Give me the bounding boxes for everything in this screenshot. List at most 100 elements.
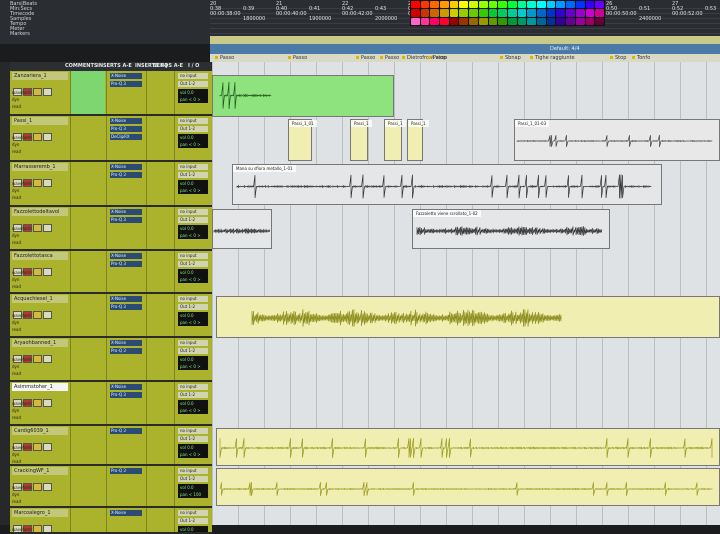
track-name[interactable]: Acquachiesel_1 <box>12 295 68 303</box>
track-row[interactable]: Fazzolettotasca waveform dyn read X-Noise Pro… <box>10 251 212 294</box>
track-row[interactable]: Aryaohbanned_1 waveform dyn read X-Noise Pro-… <box>10 338 212 382</box>
input-selector[interactable]: no input <box>178 253 208 259</box>
mute-button[interactable] <box>43 525 52 532</box>
track-view-selector[interactable]: waveform <box>12 401 32 406</box>
comments-cell[interactable] <box>70 294 105 336</box>
track-view-selector[interactable]: dyn <box>12 142 19 147</box>
output-selector[interactable]: Out 1-2 <box>178 172 208 178</box>
palette-swatch[interactable] <box>411 17 420 25</box>
palette-swatch[interactable] <box>459 17 469 25</box>
inserts-f-j[interactable] <box>146 294 173 336</box>
vol-pan-display[interactable]: vol 0.0pan < 0 > <box>178 89 208 103</box>
palette-swatch[interactable] <box>595 17 604 25</box>
vol-pan-display[interactable]: vol 0.0pan < 0 > <box>178 134 208 148</box>
insert-plugin[interactable]: X-Noise <box>110 296 142 302</box>
track-view-selector[interactable]: read <box>12 195 21 200</box>
insert-plugin[interactable]: X-Noise <box>110 73 142 79</box>
track-view-selector[interactable]: read <box>12 240 21 245</box>
output-selector[interactable]: Out 1-2 <box>178 126 208 132</box>
track-row[interactable]: Passi_1 waveform dyn read X-Noise Pro-Q 3 DeCl… <box>10 116 212 162</box>
palette-swatch[interactable] <box>517 17 527 25</box>
track-view-selector[interactable]: waveform <box>12 313 32 318</box>
palette-swatch[interactable] <box>498 1 507 9</box>
palette-swatch[interactable] <box>537 1 546 9</box>
vol-pan-display[interactable]: vol 0.0pan < 0 > <box>178 400 208 414</box>
insert-plugin[interactable]: Pro-Q 3 <box>110 468 142 474</box>
solo-button[interactable] <box>33 88 42 96</box>
palette-swatch[interactable] <box>546 9 556 17</box>
track-view-selector[interactable]: read <box>12 415 21 420</box>
mute-button[interactable] <box>43 268 52 276</box>
insert-plugin[interactable]: Pro-Q 3 <box>110 126 142 132</box>
io-cell[interactable]: no input Out 1-2 vol 0.0pan < 0 > <box>174 508 212 532</box>
palette-swatch[interactable] <box>440 17 449 25</box>
inserts-a-e[interactable]: X-Noise Pro-Q 3 <box>106 162 145 205</box>
mute-button[interactable] <box>43 399 52 407</box>
palette-swatch[interactable] <box>420 9 430 17</box>
palette-swatch[interactable] <box>546 17 556 25</box>
inserts-a-e[interactable]: X-Noise Pro-Q 3 <box>106 251 145 292</box>
track-row[interactable]: CrackingWF_1 waveform dyn read Pro-Q 3 no inp… <box>10 466 212 508</box>
output-selector[interactable]: Out 1-2 <box>178 304 208 310</box>
palette-swatch[interactable] <box>575 17 585 25</box>
palette-swatch[interactable] <box>430 9 440 17</box>
palette-swatch[interactable] <box>430 17 440 25</box>
palette-swatch[interactable] <box>459 9 469 17</box>
io-cell[interactable]: no input Out 1-2 vol 0.0pan < 0 > <box>174 294 212 336</box>
mute-button[interactable] <box>43 311 52 319</box>
palette-swatch[interactable] <box>469 1 478 9</box>
output-selector[interactable]: Out 1-2 <box>178 518 208 524</box>
palette-swatch[interactable] <box>517 1 527 9</box>
insert-plugin[interactable]: X-Noise <box>110 510 142 516</box>
input-selector[interactable]: no input <box>178 209 208 215</box>
palette-swatch[interactable] <box>527 1 537 9</box>
inserts-a-e[interactable]: X-Noise Pro-Q 3 <box>106 382 145 424</box>
solo-button[interactable] <box>33 443 42 451</box>
edit-timeline[interactable]: Passi_1_01 Passi_1 Passi_1 Passi_1 Passi_1_0… <box>212 62 720 525</box>
palette-swatch[interactable] <box>469 17 478 25</box>
output-selector[interactable]: Out 1-2 <box>178 217 208 223</box>
track-view-selector[interactable]: waveform <box>12 445 32 450</box>
input-selector[interactable]: no input <box>178 510 208 516</box>
track-view-selector[interactable]: waveform <box>12 226 32 231</box>
vol-pan-display[interactable]: vol 0.0pan < 0 > <box>178 225 208 239</box>
output-selector[interactable]: Out 1-2 <box>178 81 208 87</box>
solo-button[interactable] <box>33 525 42 532</box>
solo-button[interactable] <box>33 133 42 141</box>
insert-plugin[interactable]: Pro-Q 3 <box>110 81 142 87</box>
palette-swatch[interactable] <box>478 9 488 17</box>
palette-swatch[interactable] <box>430 1 440 9</box>
comments-cell[interactable] <box>70 116 105 160</box>
palette-swatch[interactable] <box>566 9 575 17</box>
input-selector[interactable]: no input <box>178 73 208 79</box>
track-row[interactable]: Cardig6039_1 waveform dyn read Pro-Q 3 no inp… <box>10 426 212 466</box>
input-selector[interactable]: no input <box>178 468 208 474</box>
io-cell[interactable]: no input Out 1-2 vol 0.0pan < 0 > <box>174 71 212 114</box>
track-view-selector[interactable]: waveform <box>12 527 32 532</box>
comments-cell[interactable] <box>70 426 105 464</box>
palette-swatch[interactable] <box>478 1 488 9</box>
track-name[interactable]: Marrasseremb_1 <box>12 163 68 171</box>
palette-swatch[interactable] <box>488 1 498 9</box>
output-selector[interactable]: Out 1-2 <box>178 436 208 442</box>
palette-swatch[interactable] <box>488 9 498 17</box>
palette-swatch[interactable] <box>449 1 459 9</box>
vol-pan-display[interactable]: vol 0.0pan < 0 > <box>178 444 208 458</box>
palette-swatch[interactable] <box>411 9 420 17</box>
insert-plugin[interactable]: Pro-Q 3 <box>110 261 142 267</box>
inserts-f-j[interactable] <box>146 466 173 506</box>
mute-button[interactable] <box>43 355 52 363</box>
insert-plugin[interactable]: Pro-Q 3 <box>110 348 142 354</box>
marker[interactable]: Sbnap <box>500 54 521 62</box>
insert-plugin[interactable]: Pro-Q 3 <box>110 217 142 223</box>
inserts-f-j[interactable] <box>146 116 173 160</box>
insert-plugin[interactable]: X-Noise <box>110 164 142 170</box>
insert-plugin[interactable]: Pro-Q 3 <box>110 392 142 398</box>
track-view-selector[interactable]: read <box>12 284 21 289</box>
track-view-selector[interactable]: dyn <box>12 408 19 413</box>
marker[interactable]: Passo <box>428 54 447 62</box>
comments-cell[interactable] <box>70 251 105 292</box>
palette-swatch[interactable] <box>498 9 507 17</box>
track-view-selector[interactable]: dyn <box>12 320 19 325</box>
track-view-selector[interactable]: read <box>12 327 21 332</box>
